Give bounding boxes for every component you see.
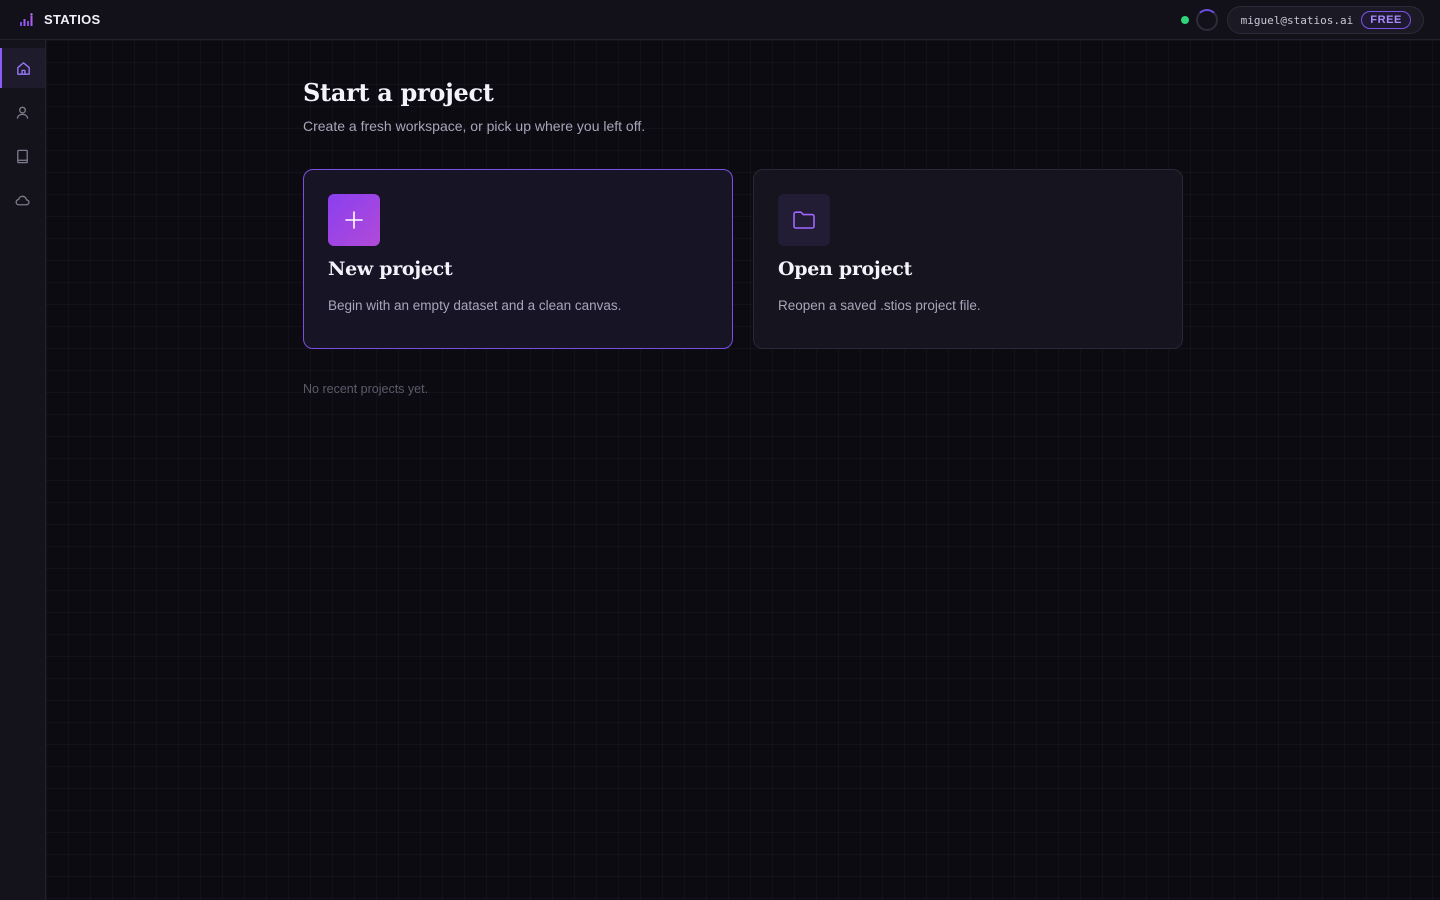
main-content: Start a project Create a fresh workspace… xyxy=(46,40,1440,900)
new-project-title: New project xyxy=(328,258,453,280)
sidebar-item-home[interactable] xyxy=(0,48,45,88)
account-menu[interactable]: miguel@statios.ai FREE xyxy=(1226,6,1424,34)
sidebar-item-account[interactable] xyxy=(0,92,45,132)
top-right-area: miguel@statios.ai FREE xyxy=(1180,6,1424,34)
new-project-icon-tile xyxy=(328,194,380,246)
user-icon xyxy=(16,106,29,119)
sidebar xyxy=(0,40,46,900)
plus-icon xyxy=(345,211,363,229)
sidebar-item-docs[interactable] xyxy=(0,136,45,176)
new-project-card[interactable]: New project Begin with an empty dataset … xyxy=(303,169,733,349)
open-project-title: Open project xyxy=(778,258,913,280)
open-project-card[interactable]: Open project Reopen a saved .stios proje… xyxy=(753,169,1183,349)
cloud-icon xyxy=(15,195,30,205)
app-name: STATIOS xyxy=(44,12,101,27)
account-email: miguel@statios.ai xyxy=(1240,13,1354,27)
top-bar: STATIOS miguel@statios.ai FREE xyxy=(0,0,1440,40)
recent-projects-empty-state: No recent projects yet. xyxy=(303,382,429,396)
loading-spinner-icon xyxy=(1195,9,1218,31)
open-project-icon-tile xyxy=(778,194,830,246)
sidebar-item-cloud[interactable] xyxy=(0,180,45,220)
logo-icon xyxy=(20,12,33,26)
connection-status-dot xyxy=(1180,16,1189,24)
open-project-description: Reopen a saved .stios project file. xyxy=(778,298,981,313)
home-icon xyxy=(17,61,30,75)
page-subtitle: Create a fresh workspace, or pick up whe… xyxy=(303,118,646,134)
brand[interactable]: STATIOS xyxy=(19,12,101,27)
page-title: Start a project xyxy=(303,78,494,107)
plan-badge: FREE xyxy=(1361,11,1411,29)
new-project-description: Begin with an empty dataset and a clean … xyxy=(328,298,622,313)
book-icon xyxy=(17,149,28,163)
folder-icon xyxy=(793,211,815,229)
